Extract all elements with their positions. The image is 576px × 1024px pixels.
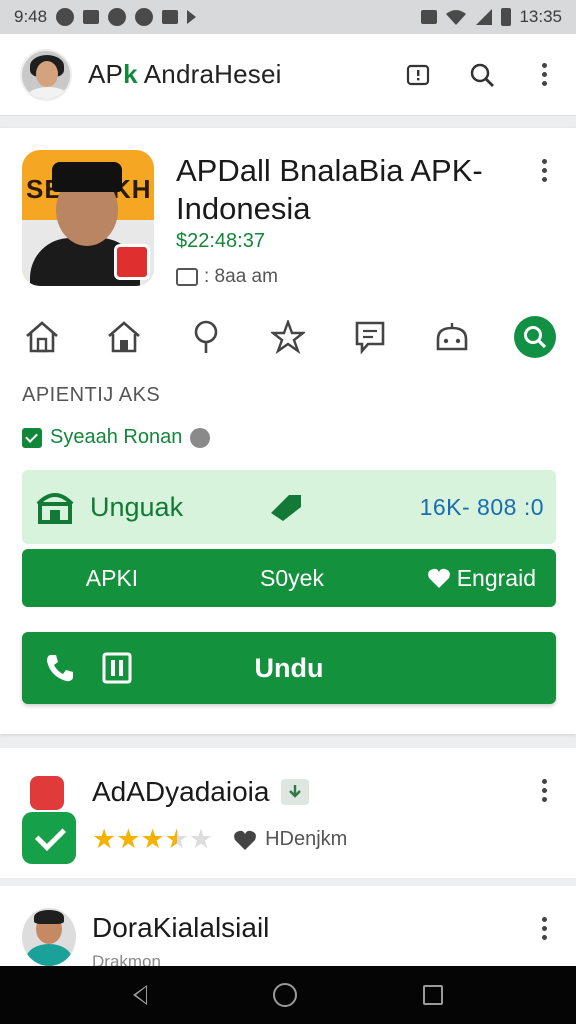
avatar-body bbox=[26, 86, 70, 99]
star-icon-2: ★ bbox=[116, 824, 141, 854]
account-avatar[interactable] bbox=[20, 48, 72, 101]
message-icon bbox=[162, 10, 179, 24]
home-outline-icon[interactable] bbox=[22, 317, 62, 357]
avatar-hair bbox=[34, 910, 64, 924]
list-item[interactable]: AdADyadaioia ★ ★ ★ ★ ★ HDenjkm bbox=[0, 748, 576, 878]
featured-more-icon[interactable] bbox=[532, 156, 556, 184]
tab-engraid-label: Engraid bbox=[456, 564, 536, 591]
avatar-shirt bbox=[26, 944, 72, 966]
featured-app-card: SE KH APDall BnalaBia APK- Indonesia $22… bbox=[0, 128, 576, 734]
app-bar-actions bbox=[404, 61, 556, 89]
status-right: 13:35 bbox=[421, 7, 562, 27]
star-icon-5: ★ bbox=[188, 824, 214, 854]
star-icon-1: ★ bbox=[92, 824, 117, 854]
list-app-icon bbox=[22, 776, 76, 864]
tab-soyek[interactable]: S0yek bbox=[202, 565, 382, 592]
list-more-icon[interactable] bbox=[532, 776, 556, 804]
list-title-text: DoraKialalsiail bbox=[92, 912, 270, 943]
vibrate-icon bbox=[421, 10, 438, 24]
title-line2: Indonesia bbox=[176, 191, 311, 226]
featured-meta: : 8aa am bbox=[176, 266, 278, 288]
download-button[interactable]: Undu bbox=[22, 632, 556, 704]
info-dot-icon bbox=[190, 427, 211, 448]
list-item[interactable]: DoraKialalsiail Drakmon bbox=[0, 886, 576, 971]
title-k: k bbox=[123, 59, 138, 89]
option-tabs: APKI S0yek Engraid bbox=[22, 549, 556, 607]
search-icon[interactable] bbox=[468, 61, 496, 89]
icon-red bbox=[30, 776, 64, 810]
store-icon bbox=[36, 493, 74, 524]
action-icon-row bbox=[22, 316, 556, 358]
photo-icon bbox=[83, 10, 100, 24]
play-icon bbox=[187, 10, 197, 24]
phone-icon bbox=[47, 655, 73, 682]
list-title-text: AdADyadaioia bbox=[92, 776, 270, 807]
star-icon-half: ★ bbox=[164, 824, 189, 854]
signal-icon bbox=[476, 9, 493, 25]
featured-app-title[interactable]: APDall BnalaBia APK- Indonesia bbox=[176, 152, 506, 228]
comment-icon[interactable] bbox=[350, 317, 390, 357]
title-line1: APDall BnalaBia APK- bbox=[176, 153, 483, 188]
avatar-face bbox=[36, 60, 58, 87]
android-icon[interactable] bbox=[432, 317, 472, 357]
system-nav-bar bbox=[0, 966, 576, 1024]
home-nav-icon[interactable] bbox=[273, 983, 297, 1007]
info-icon[interactable] bbox=[404, 61, 432, 89]
location-pin-icon[interactable] bbox=[186, 317, 226, 357]
favorite-row[interactable]: HDenjkm bbox=[233, 828, 347, 851]
icon-green bbox=[22, 812, 76, 864]
section-label: APIENTIJ AKS bbox=[22, 384, 161, 406]
rating-row: ★ ★ ★ ★ ★ HDenjkm bbox=[92, 826, 347, 853]
app-bar: APk AndraHesei bbox=[0, 34, 576, 116]
title-prefix: AP bbox=[88, 59, 124, 89]
star-icon-3: ★ bbox=[140, 824, 165, 854]
featured-app-icon[interactable]: SE KH bbox=[22, 150, 154, 286]
verified-label: Syeaah Ronan bbox=[50, 426, 183, 448]
recents-icon[interactable] bbox=[423, 985, 443, 1005]
home-icon[interactable] bbox=[104, 317, 144, 357]
status-bar: 9:48 13:35 bbox=[0, 0, 576, 34]
clock-icon bbox=[56, 8, 75, 26]
stat-label: Unguak bbox=[90, 491, 184, 522]
icon-badge bbox=[114, 244, 150, 280]
app-bar-title: APk AndraHesei bbox=[88, 59, 282, 90]
heart-icon bbox=[234, 830, 256, 850]
search-badge-icon[interactable] bbox=[514, 316, 556, 358]
status-time-left: 9:48 bbox=[14, 7, 48, 26]
heart-icon bbox=[427, 568, 450, 588]
icon-cap bbox=[52, 162, 122, 192]
tab-engraid[interactable]: Engraid bbox=[427, 565, 536, 592]
list-title: AdADyadaioia bbox=[92, 776, 310, 808]
verified-row: Syeaah Ronan bbox=[22, 426, 211, 449]
featured-price: $22:48:37 bbox=[176, 230, 265, 252]
meta-icon bbox=[176, 268, 198, 286]
sync-icon bbox=[135, 8, 154, 26]
fav-label: HDenjkm bbox=[265, 828, 348, 850]
list-avatar bbox=[22, 908, 76, 966]
stat-size: 16K- 808 :0 bbox=[419, 493, 544, 520]
title-rest: AndraHesei bbox=[137, 59, 282, 89]
download-stat-box: Unguak 16K- 808 :0 bbox=[22, 470, 556, 544]
back-icon[interactable] bbox=[133, 985, 147, 1005]
battery-icon bbox=[501, 8, 512, 26]
checkbox-icon bbox=[22, 427, 42, 448]
tag-icon bbox=[271, 495, 302, 521]
status-left: 9:48 bbox=[14, 7, 197, 27]
pause-icon bbox=[102, 652, 132, 684]
status-time-right: 13:35 bbox=[519, 7, 562, 26]
star-icon[interactable] bbox=[268, 317, 308, 357]
wifi-icon bbox=[446, 10, 467, 25]
tab-apki[interactable]: APKI bbox=[22, 565, 202, 592]
meta-text: : 8aa am bbox=[204, 266, 278, 287]
list-more-icon[interactable] bbox=[532, 914, 556, 942]
circle-icon bbox=[108, 8, 127, 26]
download-arrow-icon[interactable] bbox=[281, 779, 310, 805]
more-vert-icon[interactable] bbox=[532, 61, 556, 89]
